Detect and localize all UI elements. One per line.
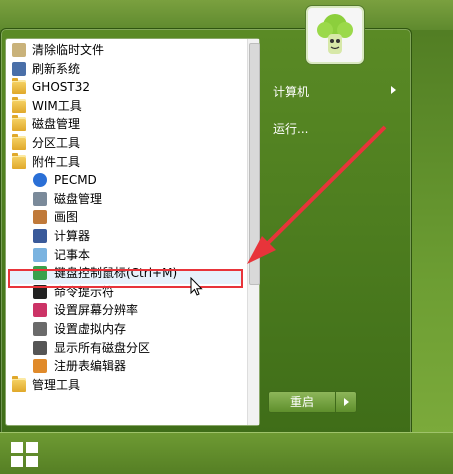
list-item[interactable]: 显示所有磁盘分区	[6, 339, 248, 358]
list-item-label: 刷新系统	[32, 61, 81, 76]
drive-icon	[33, 340, 47, 355]
list-item[interactable]: 记事本	[6, 246, 248, 265]
paint-icon	[33, 210, 47, 225]
scrollbar-thumb[interactable]	[249, 43, 260, 285]
disk-icon	[33, 191, 47, 206]
programs-list-pane: 清除临时文件 刷新系统 GHOST32 WIM工具 磁盘管理 分区工具 附件工具 PECMD 磁…	[5, 38, 260, 426]
submenu-arrow-icon	[391, 86, 396, 94]
gear-icon	[33, 321, 47, 336]
programs-list: 清除临时文件 刷新系统 GHOST32 WIM工具 磁盘管理 分区工具 附件工具 PECMD 磁…	[6, 41, 248, 394]
list-item-label: 记事本	[54, 247, 91, 262]
restart-button[interactable]: 重启	[268, 391, 336, 413]
folder-icon	[12, 96, 26, 113]
computer-label: 计算机	[273, 85, 310, 99]
list-item-label: 注册表编辑器	[54, 359, 127, 374]
mouse-pointer-icon	[190, 277, 203, 296]
red-highlight-box	[8, 269, 243, 288]
list-item-label: 清除临时文件	[32, 43, 105, 57]
monitor-icon	[12, 61, 26, 76]
list-item-label: 磁盘管理	[54, 191, 103, 206]
list-item[interactable]: GHOST32	[6, 78, 248, 97]
list-item-label: 设置屏幕分辨率	[54, 303, 139, 318]
list-item-label: 画图	[54, 210, 79, 225]
calculator-icon	[33, 228, 47, 243]
restart-label: 重启	[289, 395, 314, 409]
list-item[interactable]: 刷新系统	[6, 60, 248, 79]
list-item-label: PECMD	[54, 173, 97, 188]
desktop-background	[0, 0, 453, 30]
scrollbar[interactable]	[247, 39, 260, 425]
chevron-right-icon	[344, 398, 349, 406]
list-item-label: 管理工具	[32, 377, 81, 392]
help-icon	[33, 173, 47, 188]
folder-icon	[12, 133, 26, 150]
list-item[interactable]: 设置屏幕分辨率	[6, 301, 248, 320]
list-item-label: WIM工具	[32, 98, 82, 113]
notepad-icon	[33, 247, 47, 262]
broccoli-avatar-icon	[317, 14, 353, 54]
folder-icon	[12, 375, 26, 392]
list-item[interactable]: 设置虚拟内存	[6, 320, 248, 339]
list-item-label: 设置虚拟内存	[54, 321, 127, 336]
list-item[interactable]: 计算器	[6, 227, 248, 246]
folder-icon	[12, 152, 26, 169]
list-item[interactable]: 画图	[6, 208, 248, 227]
folder-icon	[12, 78, 26, 95]
run-menu-item[interactable]: 运行...	[273, 120, 308, 137]
list-item-label: 显示所有磁盘分区	[54, 340, 151, 355]
list-item-label: 磁盘管理	[32, 117, 81, 132]
list-item[interactable]: WIM工具	[6, 96, 248, 116]
restart-options-button[interactable]	[335, 391, 357, 413]
run-label: 运行...	[273, 122, 309, 136]
list-item[interactable]: 注册表编辑器	[6, 357, 248, 376]
list-item[interactable]: 附件工具	[6, 152, 248, 172]
registry-icon	[33, 359, 47, 374]
list-item[interactable]: 清除临时文件	[6, 41, 248, 60]
list-item-label: GHOST32	[32, 80, 90, 95]
list-item[interactable]: 磁盘管理	[6, 190, 248, 209]
folder-icon	[12, 115, 26, 132]
display-icon	[33, 303, 47, 318]
list-item[interactable]: PECMD	[6, 171, 248, 190]
taskbar	[0, 432, 453, 474]
user-avatar[interactable]	[306, 6, 364, 64]
list-item-label: 附件工具	[32, 154, 81, 169]
list-item-label: 分区工具	[32, 135, 81, 150]
list-item[interactable]: 管理工具	[6, 375, 248, 395]
broom-icon	[12, 43, 26, 57]
list-item[interactable]: 磁盘管理	[6, 115, 248, 134]
windows-start-icon[interactable]	[8, 439, 42, 469]
list-item[interactable]: 分区工具	[6, 133, 248, 153]
list-item-label: 计算器	[54, 228, 91, 243]
computer-menu-item[interactable]: 计算机	[273, 83, 309, 100]
